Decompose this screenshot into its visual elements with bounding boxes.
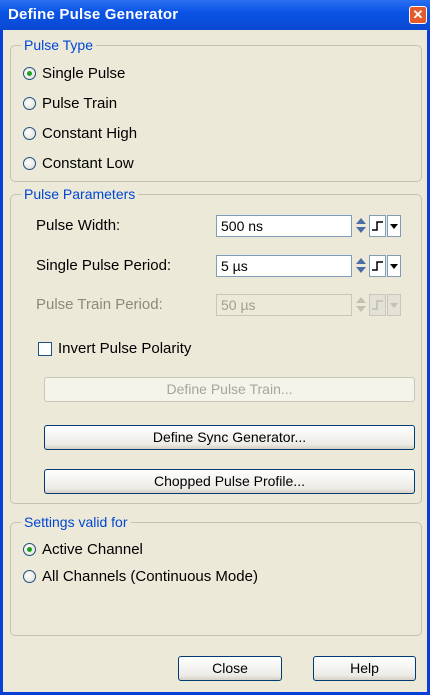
pulse-width-input[interactable]: 500 ns (216, 215, 352, 237)
radio-constant-high[interactable]: Constant High (23, 123, 137, 143)
radio-label: Single Pulse (42, 64, 126, 82)
radio-single-pulse[interactable]: Single Pulse (23, 63, 125, 83)
pulse-train-period-input: 50 µs (216, 294, 352, 316)
spin-up-icon[interactable] (356, 218, 366, 224)
spin-down-icon[interactable] (356, 227, 366, 233)
chevron-down-icon (390, 264, 398, 269)
invert-polarity-checkbox[interactable]: Invert Pulse Polarity (38, 340, 191, 357)
pulse-train-period-dropdown (387, 294, 401, 316)
radio-all-channels[interactable]: All Channels (Continuous Mode) (23, 566, 258, 586)
pulse-train-period-spinner (356, 294, 367, 316)
single-pulse-period-edge-button[interactable] (369, 255, 386, 277)
radio-label: Constant Low (42, 154, 134, 172)
radio-checked-icon[interactable] (23, 542, 36, 556)
dialog-window: Define Pulse Generator ✕ Pulse Type Sing… (0, 0, 430, 695)
pulse-edge-icon (372, 300, 383, 310)
chopped-pulse-profile-button[interactable]: Chopped Pulse Profile... (44, 469, 415, 494)
checkbox-label: Invert Pulse Polarity (58, 340, 192, 357)
spin-down-icon[interactable] (356, 267, 366, 273)
pulse-parameters-group: Pulse Parameters Pulse Width: 500 ns Sin… (10, 186, 422, 504)
single-pulse-period-spinner[interactable] (356, 255, 367, 277)
single-pulse-period-dropdown[interactable] (387, 255, 401, 277)
help-button[interactable]: Help (313, 656, 416, 681)
radio-unchecked-icon[interactable] (23, 126, 36, 140)
define-sync-generator-button[interactable]: Define Sync Generator... (44, 425, 415, 450)
pulse-train-period-label: Pulse Train Period: (36, 296, 163, 313)
single-pulse-period-input[interactable]: 5 µs (216, 255, 352, 277)
window-title: Define Pulse Generator (8, 6, 179, 23)
title-bar[interactable]: Define Pulse Generator ✕ (0, 0, 430, 30)
spin-up-icon (356, 297, 366, 303)
pulse-edge-icon (372, 261, 383, 271)
settings-valid-group: Settings valid for Active Channel All Ch… (10, 514, 422, 636)
radio-pulse-train[interactable]: Pulse Train (23, 93, 117, 113)
radio-label: All Channels (Continuous Mode) (42, 567, 258, 585)
spin-up-icon[interactable] (356, 258, 366, 264)
pulse-width-label: Pulse Width: (36, 217, 121, 234)
define-pulse-train-button: Define Pulse Train... (44, 377, 415, 402)
pulse-width-spinner[interactable] (356, 215, 367, 237)
pulse-width-dropdown[interactable] (387, 215, 401, 237)
chevron-down-icon (390, 224, 398, 229)
pulse-type-legend: Pulse Type (21, 37, 97, 53)
radio-unchecked-icon[interactable] (23, 96, 36, 110)
pulse-type-group: Pulse Type Single Pulse Pulse Train Cons… (10, 37, 422, 182)
radio-label: Active Channel (42, 540, 143, 558)
single-pulse-period-label: Single Pulse Period: (36, 257, 172, 274)
chevron-down-icon (390, 303, 398, 308)
close-button[interactable]: Close (178, 656, 282, 681)
radio-unchecked-icon[interactable] (23, 569, 36, 583)
pulse-train-period-edge-button (369, 294, 386, 316)
pulse-parameters-legend: Pulse Parameters (21, 186, 139, 202)
radio-constant-low[interactable]: Constant Low (23, 153, 134, 173)
close-window-icon[interactable]: ✕ (409, 6, 427, 24)
pulse-width-edge-button[interactable] (369, 215, 386, 237)
radio-label: Constant High (42, 124, 138, 142)
spin-down-icon (356, 306, 366, 312)
pulse-edge-icon (372, 221, 383, 231)
radio-label: Pulse Train (42, 94, 118, 112)
radio-unchecked-icon[interactable] (23, 156, 36, 170)
radio-checked-icon[interactable] (23, 66, 36, 80)
checkbox-icon[interactable] (38, 341, 52, 356)
radio-active-channel[interactable]: Active Channel (23, 539, 143, 559)
settings-valid-legend: Settings valid for (21, 514, 131, 530)
